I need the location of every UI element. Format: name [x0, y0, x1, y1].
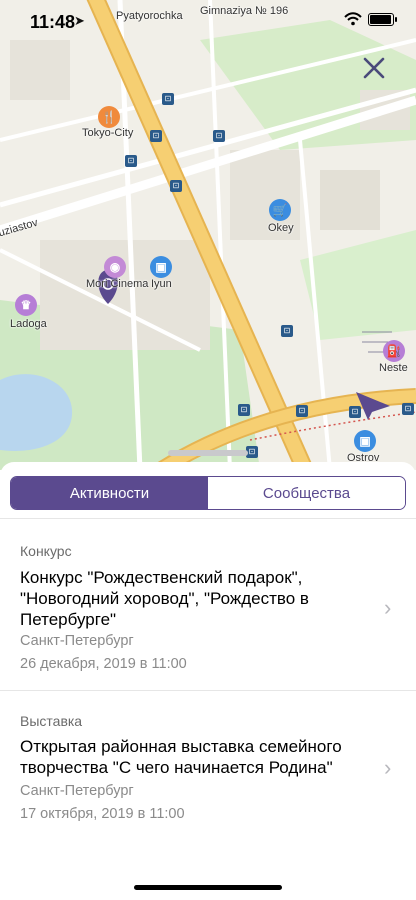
battery-icon — [368, 13, 394, 26]
transit-stop-icon: ⊡ — [125, 155, 137, 167]
fuel-icon[interactable]: ⛽ — [383, 340, 405, 362]
status-time: 11:48 — [30, 12, 76, 32]
status-bar: 11:48 ➤ — [0, 0, 416, 44]
location-services-icon: ➤ — [74, 13, 85, 28]
map-canvas[interactable] — [0, 0, 416, 470]
battery-tip — [395, 17, 397, 22]
map-view[interactable]: 🍴 🛒 ◉ ▣ ♛ ⛽ ▣ ⊡ ⊡ ⊡ ⊡ ⊡ ⊡ ⊡ ⊡ ⊡ ⊡ ⊡ Pyat… — [0, 0, 416, 470]
transit-stop-icon: ⊡ — [296, 405, 308, 417]
map-label-mori-cinema[interactable]: Mori Cinema — [86, 278, 148, 290]
event-date: 17 октября, 2019 в 11:00 — [20, 806, 185, 822]
transit-stop-icon: ⊡ — [238, 404, 250, 416]
event-category: Конкурс — [20, 543, 72, 559]
transit-stop-icon: ⊡ — [281, 325, 293, 337]
shopping-bag-icon[interactable]: ▣ — [354, 430, 376, 452]
tab-activities[interactable]: Активности — [11, 477, 208, 509]
map-label-tokyo-city[interactable]: Tokyo-City — [82, 127, 133, 139]
event-title: Конкурс "Рождественский подарок", "Новог… — [20, 568, 309, 629]
chevron-right-icon: › — [384, 755, 392, 780]
tab-communities[interactable]: Сообщества — [208, 477, 405, 509]
close-icon[interactable] — [358, 52, 390, 84]
transit-stop-icon: ⊡ — [402, 403, 414, 415]
bottom-sheet: Активности Сообщества Конкурс Конкурс "Р… — [0, 462, 416, 900]
map-label-neste[interactable]: Neste — [379, 362, 408, 374]
wifi-icon — [344, 12, 362, 26]
sheet-grabber[interactable] — [168, 450, 248, 456]
chevron-right-icon: › — [384, 595, 392, 620]
shopping-bag-icon[interactable]: ▣ — [150, 256, 172, 278]
event-city: Санкт-Петербург — [20, 633, 134, 649]
trophy-icon[interactable]: ♛ — [15, 294, 37, 316]
transit-stop-icon: ⊡ — [162, 93, 174, 105]
transit-stop-icon: ⊡ — [349, 406, 361, 418]
cinema-icon[interactable]: ◉ — [104, 256, 126, 278]
map-label-okey[interactable]: Okey — [268, 222, 294, 234]
event-title: Открытая районная выставка семейного тво… — [20, 737, 342, 777]
event-card[interactable]: Конкурс Конкурс "Рождественский подарок"… — [0, 518, 416, 691]
event-card[interactable]: Выставка Открытая районная выставка семе… — [0, 690, 416, 841]
segmented-control: Активности Сообщества — [10, 476, 406, 510]
event-category: Выставка — [20, 713, 83, 729]
transit-stop-icon: ⊡ — [170, 180, 182, 192]
map-label-ladoga[interactable]: Ladoga — [10, 318, 47, 330]
home-indicator[interactable] — [134, 885, 282, 890]
transit-stop-icon: ⊡ — [213, 130, 225, 142]
map-label-iyun[interactable]: Iyun — [151, 278, 172, 290]
event-date: 26 декабря, 2019 в 11:00 — [20, 656, 187, 672]
restaurant-icon[interactable]: 🍴 — [98, 106, 120, 128]
event-city: Санкт-Петербург — [20, 783, 134, 799]
cart-icon[interactable]: 🛒 — [269, 199, 291, 221]
transit-stop-icon: ⊡ — [150, 130, 162, 142]
